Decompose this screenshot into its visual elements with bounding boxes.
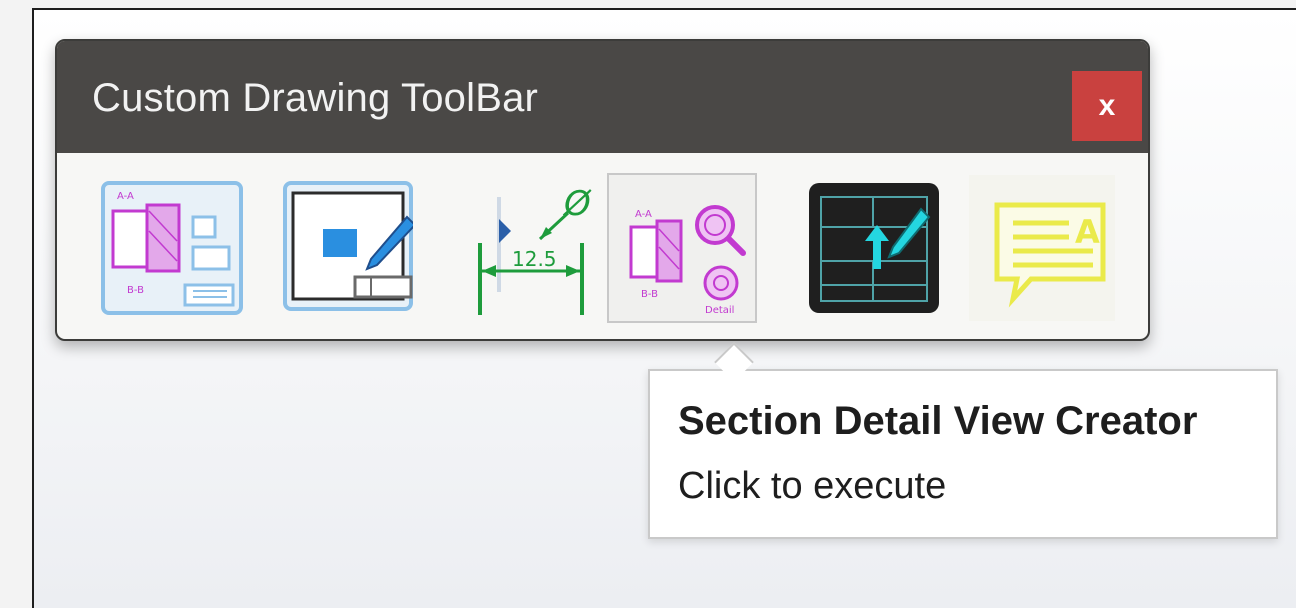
diameter-symbol: Ø [562,184,592,224]
section-layout-icon: A-A B-B [101,181,243,315]
svg-text:Detail: Detail [705,305,734,316]
tooltip-title: Section Detail View Creator [678,399,1198,443]
toolbar-title: Custom Drawing ToolBar [92,76,539,120]
svg-text:A-A: A-A [117,191,134,202]
section-detail-view-icon: A-A B-B Detail [629,205,746,316]
edit-view-button[interactable] [267,173,417,323]
toolbar-button-row: A-A B-B 12.5 Ø A-A B-B Detail A [57,153,1148,339]
tooltip-subtitle: Click to execute [678,465,947,507]
edit-view-icon [283,181,413,311]
update-title-block-icon [809,183,939,313]
svg-text:B-B: B-B [641,289,658,300]
note-annotation-icon: A [969,175,1115,321]
toolbar-titlebar[interactable]: Custom Drawing ToolBar x [57,41,1148,153]
custom-drawing-toolbar: Custom Drawing ToolBar x A-A B-B 12.5 Ø … [55,39,1150,341]
note-annotation-button[interactable]: A [967,173,1117,323]
svg-text:B-B: B-B [127,285,144,296]
update-title-block-button[interactable] [799,173,949,323]
dimension-icon: 12.5 Ø [478,184,592,315]
section-layout-button[interactable]: A-A B-B [97,173,247,323]
svg-text:A-A: A-A [635,209,652,220]
section-detail-view-button[interactable]: A-A B-B Detail [607,173,757,323]
dimension-button[interactable]: 12.5 Ø [444,173,594,323]
dimension-text: 12.5 [512,247,557,271]
close-button[interactable]: x [1072,71,1142,141]
svg-text:A: A [1075,213,1100,251]
tooltip: Section Detail View Creator Click to exe… [648,369,1278,539]
